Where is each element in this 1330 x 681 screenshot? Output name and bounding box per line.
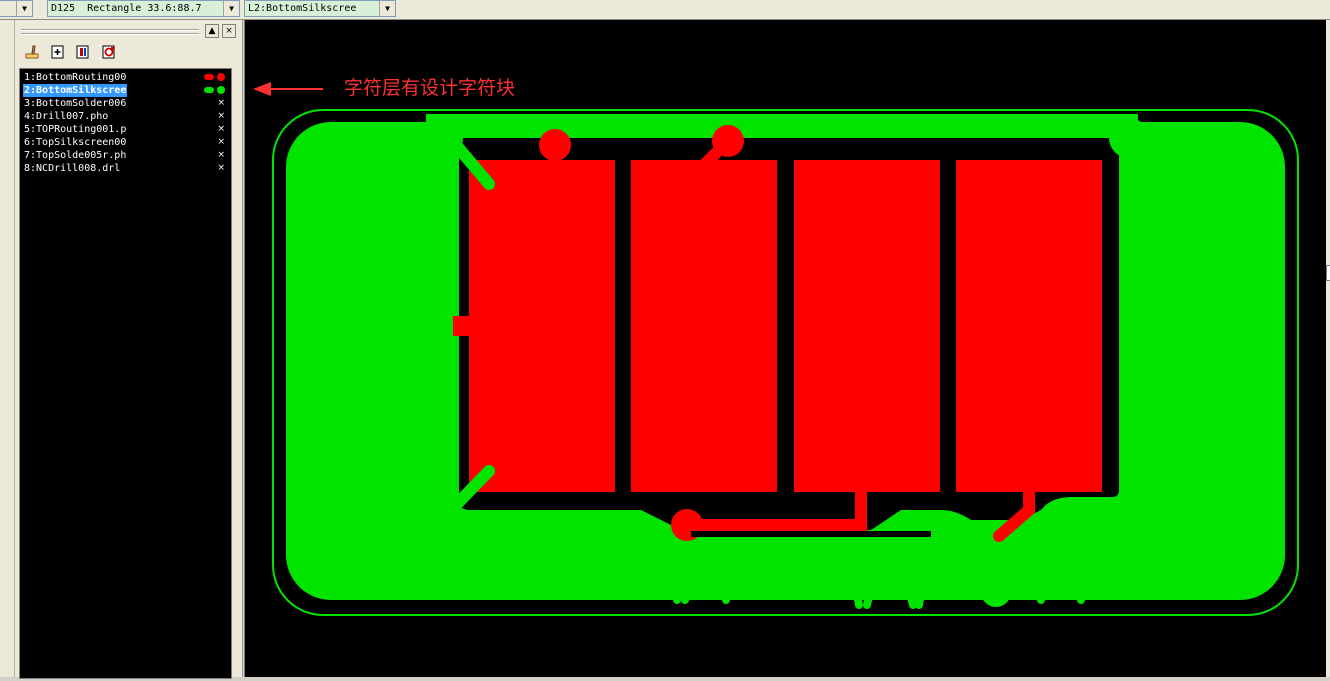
clear-layer-icon[interactable] bbox=[24, 44, 40, 60]
layer-item-label: 3:BottomSolder006 bbox=[24, 98, 127, 109]
layer-item-label: 2:BottomSilkscree bbox=[23, 84, 128, 97]
left-dock-edge bbox=[0, 20, 15, 677]
toolbar-combo-truncated[interactable]: ▼ bbox=[0, 0, 33, 17]
top-toolbar: ▼ D125 Rectangle 33.6:88.7 ▼ L2:BottomSi… bbox=[0, 0, 1330, 20]
chevron-down-icon[interactable]: ▼ bbox=[379, 1, 395, 16]
vertical-scrollbar[interactable] bbox=[1326, 20, 1330, 677]
arrow-left-icon bbox=[253, 82, 271, 96]
layer-properties-icon[interactable] bbox=[75, 44, 91, 60]
layer-item-selected[interactable]: 2:BottomSilkscree bbox=[23, 84, 229, 97]
layer-select-value: L2:BottomSilkscree bbox=[248, 3, 357, 14]
layer-color-pill[interactable] bbox=[204, 74, 214, 80]
aperture-select[interactable]: D125 Rectangle 33.6:88.7 ▼ bbox=[47, 0, 240, 17]
layer-item-label: 5:TOPRouting001.p bbox=[24, 124, 127, 135]
pcb-view[interactable] bbox=[245, 20, 1327, 677]
panel-grip[interactable] bbox=[21, 29, 199, 31]
layer-list[interactable]: 1:BottomRouting00 2:BottomSilkscree 3:Bo… bbox=[19, 68, 232, 679]
aperture-select-value: D125 Rectangle 33.6:88.7 bbox=[51, 3, 202, 14]
layer-item[interactable]: 3:BottomSolder006 × bbox=[23, 97, 229, 110]
layer-item[interactable]: 5:TOPRouting001.p × bbox=[23, 123, 229, 136]
layer-item[interactable]: 4:Drill007.pho × bbox=[23, 110, 229, 123]
copper-pad bbox=[469, 160, 615, 492]
layer-item-label: 7:TopSolde005r.ph bbox=[24, 150, 127, 161]
layer-item-label: 8:NCDrill008.drl bbox=[24, 163, 121, 174]
panel-close-button[interactable]: × bbox=[222, 24, 236, 38]
layer-item[interactable]: 1:BottomRouting00 bbox=[23, 71, 229, 84]
layer-hidden-icon[interactable]: × bbox=[217, 136, 225, 149]
layer-hidden-icon[interactable]: × bbox=[217, 149, 225, 162]
panel-minimize-button[interactable]: ▲ bbox=[205, 24, 219, 38]
layer-reload-icon[interactable] bbox=[101, 44, 117, 60]
layer-item-label: 1:BottomRouting00 bbox=[24, 72, 127, 83]
layer-panel-titlebar[interactable]: ▲ × bbox=[19, 24, 239, 38]
layer-hidden-icon[interactable]: × bbox=[217, 123, 225, 136]
copper-pad bbox=[794, 160, 940, 492]
silk-blob bbox=[1109, 118, 1149, 158]
silk-gap bbox=[691, 531, 931, 537]
copper-pad bbox=[631, 160, 777, 492]
scrollbar-thumb[interactable] bbox=[1326, 265, 1330, 281]
copper-pad bbox=[956, 160, 1102, 492]
layer-hidden-icon[interactable]: × bbox=[217, 110, 225, 123]
add-layer-icon[interactable] bbox=[50, 44, 66, 60]
copper-tab bbox=[453, 316, 471, 336]
gerber-canvas[interactable] bbox=[244, 20, 1327, 677]
chevron-down-icon[interactable]: ▼ bbox=[16, 1, 32, 16]
silk-top-strip bbox=[426, 114, 1138, 122]
layer-visible-dot[interactable] bbox=[217, 73, 225, 81]
panel-grip[interactable] bbox=[21, 33, 199, 35]
layer-panel: ▲ × 1:BottomRouting00 2:BottomSilkscree … bbox=[15, 20, 243, 679]
layer-visible-dot[interactable] bbox=[217, 86, 225, 94]
layer-item-label: 4:Drill007.pho bbox=[24, 111, 109, 122]
layer-item[interactable]: 7:TopSolde005r.ph × bbox=[23, 149, 229, 162]
layer-hidden-icon[interactable]: × bbox=[217, 97, 225, 110]
chevron-down-icon[interactable]: ▼ bbox=[223, 1, 239, 16]
copper-via bbox=[539, 129, 571, 161]
annotation-text: 字符层有设计字符块 bbox=[344, 77, 516, 99]
layer-item-label: 6:TopSilkscreen00 bbox=[24, 137, 127, 148]
layer-select[interactable]: L2:BottomSilkscree ▼ bbox=[244, 0, 396, 17]
layer-item[interactable]: 6:TopSilkscreen00 × bbox=[23, 136, 229, 149]
layer-color-pill[interactable] bbox=[204, 87, 214, 93]
layer-item[interactable]: 8:NCDrill008.drl × bbox=[23, 162, 229, 175]
layer-hidden-icon[interactable]: × bbox=[217, 162, 225, 175]
